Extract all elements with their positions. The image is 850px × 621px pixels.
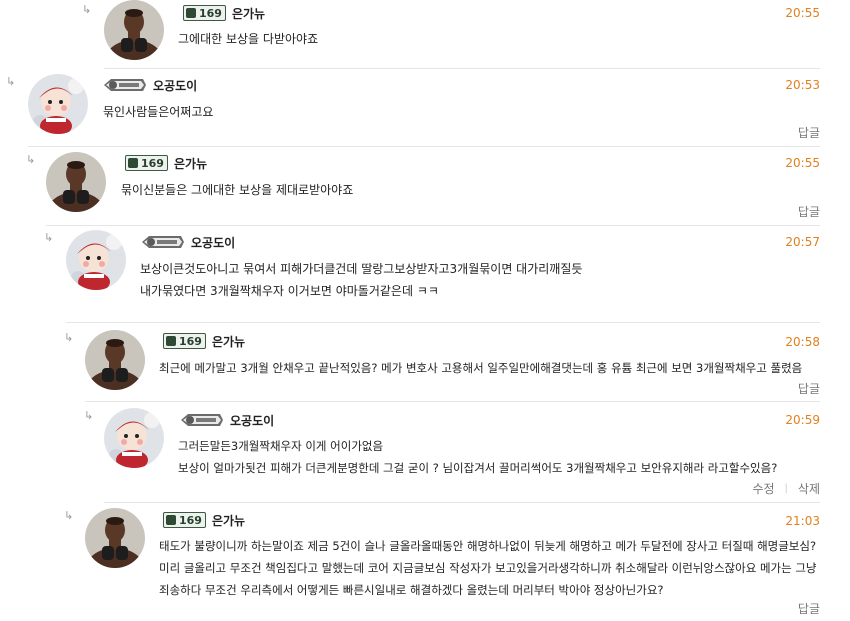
comment-meta: 169 은가뉴: [183, 4, 265, 22]
edit-button[interactable]: 수정: [752, 480, 774, 497]
comment-line: 태도가 불량이니까 하는말이죠 제금 5건이 슬나 글올라올때동안 해명하나없이…: [159, 539, 817, 597]
divider: [85, 401, 820, 402]
divider: [104, 502, 820, 503]
avatar[interactable]: [66, 230, 126, 290]
reply-button[interactable]: 답글: [798, 124, 820, 141]
comment-meta: 오공도이: [180, 411, 274, 429]
level-icon: [128, 158, 138, 168]
avatar[interactable]: [85, 508, 145, 568]
timestamp: 20:53: [785, 78, 820, 92]
comment-actions: 답글: [798, 600, 820, 617]
level-badge: 169: [125, 155, 168, 171]
comment-body: 최근에 메가말고 3개월 안채우고 끝난적있음? 메가 변호사 고용해서 일주일…: [159, 357, 802, 379]
avatar[interactable]: [46, 152, 106, 212]
reply-arrow-icon: ↳: [6, 75, 16, 88]
nickname[interactable]: 오공도이: [153, 77, 197, 94]
reply-arrow-icon: ↳: [82, 3, 92, 16]
timestamp: 20:59: [785, 413, 820, 427]
reply-arrow-icon: ↳: [26, 153, 36, 166]
divider: [66, 322, 820, 323]
comment-line: 최근에 메가말고 3개월 안채우고 끝난적있음? 메가 변호사 고용해서 일주일…: [159, 361, 803, 375]
nickname[interactable]: 오공도이: [191, 234, 235, 251]
level-badge: 169: [163, 333, 206, 349]
level-badge: 169: [183, 5, 226, 21]
level-badge: 169: [163, 512, 206, 528]
reply-arrow-icon: ↳: [64, 509, 74, 522]
nickname[interactable]: 은가뉴: [232, 5, 265, 22]
comment-body: 묶이신분들은 그에대한 보상을 제대로받아야죠: [121, 179, 353, 201]
nickname[interactable]: 은가뉴: [212, 512, 245, 529]
comment-body: 묶인사람들은어쩌고요: [103, 101, 213, 123]
timestamp: 20:57: [785, 235, 820, 249]
action-separator: |: [784, 483, 788, 494]
grade-badge-icon: [103, 77, 147, 93]
comment-meta: 169 은가뉴: [163, 332, 245, 350]
timestamp: 21:03: [785, 514, 820, 528]
avatar[interactable]: [104, 0, 164, 60]
comment-line: 묶이신분들은 그에대한 보상을 제대로받아야죠: [121, 183, 354, 197]
comment-line: 보상이 얼마가됫건 피해가 더큰게분명한데 그걸 굳이 ? 님이잡겨서 끌머리썩…: [178, 461, 778, 475]
comment-meta: 오공도이: [141, 233, 235, 251]
comment-body: 그에대한 보상을 다받아야죠: [178, 28, 318, 50]
nickname[interactable]: 오공도이: [230, 412, 274, 429]
comment-meta: 오공도이: [103, 76, 197, 94]
comment-line: 내가묶였다면 3개월짝채우자 이거보면 야마돌거같은데 ㅋㅋ: [140, 284, 439, 298]
level-icon: [166, 336, 176, 346]
reply-button[interactable]: 답글: [798, 380, 820, 397]
comment-actions: 답글: [798, 124, 820, 141]
comment-line: 그에대한 보상을 다받아야죠: [178, 32, 319, 46]
comment-meta: 169 은가뉴: [125, 154, 207, 172]
grade-badge-icon: [141, 234, 185, 250]
comment-actions: 수정 | 삭제: [752, 480, 820, 497]
comment-line: 묶인사람들은어쩌고요: [103, 105, 214, 119]
reply-arrow-icon: ↳: [84, 409, 94, 422]
nickname[interactable]: 은가뉴: [174, 155, 207, 172]
comment-actions: 답글: [798, 380, 820, 397]
avatar[interactable]: [28, 74, 88, 134]
delete-button[interactable]: 삭제: [798, 480, 820, 497]
avatar[interactable]: [85, 330, 145, 390]
comment-meta: 169 은가뉴: [163, 511, 245, 529]
level-icon: [186, 8, 196, 18]
grade-badge-icon: [180, 412, 224, 428]
reply-button[interactable]: 답글: [798, 203, 820, 220]
comment-line: 보상이큰것도아니고 묶여서 피해가더클건데 딸랑그보상받자고3개월묶이면 대가리…: [140, 262, 583, 276]
level-icon: [166, 515, 176, 525]
timestamp: 20:55: [785, 156, 820, 170]
timestamp: 20:58: [785, 335, 820, 349]
reply-arrow-icon: ↳: [64, 331, 74, 344]
reply-button[interactable]: 답글: [798, 600, 820, 617]
timestamp: 20:55: [785, 6, 820, 20]
comment-line: 그러든말든3개월짝채우자 이게 어이가없음: [178, 439, 384, 453]
divider: [104, 68, 820, 69]
avatar[interactable]: [104, 408, 164, 468]
comment-body: 그러든말든3개월짝채우자 이게 어이가없음 보상이 얼마가됫건 피해가 더큰게분…: [178, 435, 777, 479]
divider: [28, 146, 820, 147]
nickname[interactable]: 은가뉴: [212, 333, 245, 350]
comment-actions: 답글: [798, 203, 820, 220]
divider: [46, 225, 820, 226]
comment-body: 보상이큰것도아니고 묶여서 피해가더클건데 딸랑그보상받자고3개월묶이면 대가리…: [140, 258, 582, 302]
reply-arrow-icon: ↳: [44, 231, 54, 244]
comment-body: 태도가 불량이니까 하는말이죠 제금 5건이 슬나 글올라올때동안 해명하나없이…: [159, 535, 824, 601]
